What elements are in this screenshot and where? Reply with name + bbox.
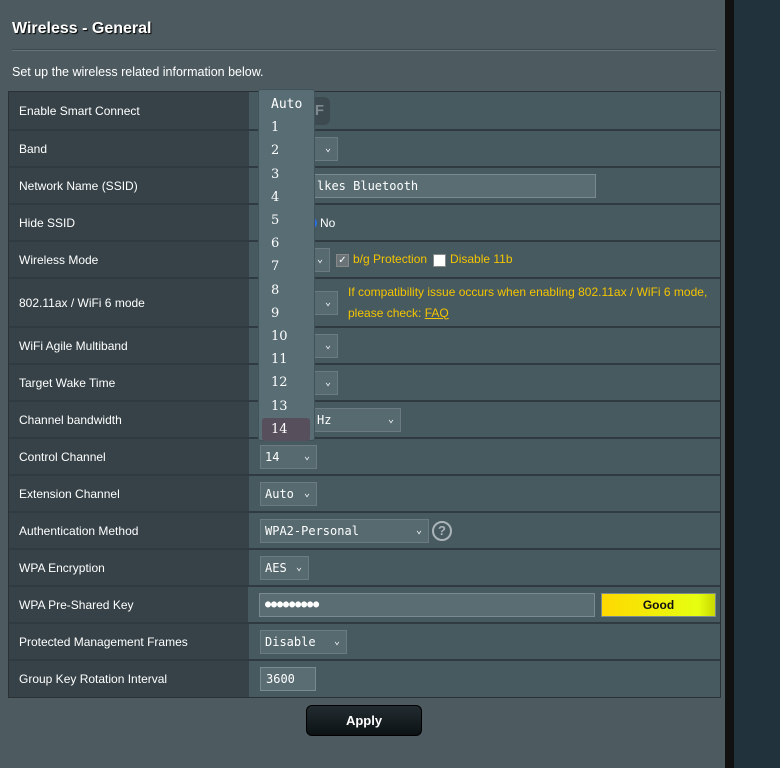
chevron-down-icon: ⌄ [303, 488, 310, 499]
row-bandwidth: Channel bandwidth Hz ⌄ [9, 402, 720, 439]
wpa-encryption-value: AES [265, 560, 287, 575]
channel-option[interactable]: 13 [262, 394, 310, 417]
wpa-encryption-select[interactable]: AES ⌄ [260, 555, 309, 580]
label: WPA Encryption [9, 550, 249, 585]
auth-method-value: WPA2-Personal [265, 523, 359, 538]
channel-option[interactable]: 9 [262, 302, 310, 325]
channel-option[interactable]: 8 [262, 279, 310, 302]
label: Group Key Rotation Interval [9, 661, 249, 697]
page-description: Set up the wireless related information … [12, 65, 264, 79]
pmf-value: Disable [265, 634, 316, 649]
disable-11b-label: Disable 11b [450, 252, 513, 267]
channel-option[interactable]: 1 [262, 116, 310, 139]
row-hide-ssid: Hide SSID No [9, 205, 720, 242]
row-psk: WPA Pre-Shared Key ●●●●●●●●● Good [9, 587, 720, 624]
row-wireless-mode: Wireless Mode ⌄ ✓ b/g Protection Disable … [9, 242, 720, 279]
row-control-channel: Control Channel 14 ⌄ [9, 439, 720, 476]
row-agile-multiband: WiFi Agile Multiband ⌄ [9, 328, 720, 365]
label: Enable Smart Connect [9, 92, 249, 129]
label: Channel bandwidth [9, 402, 249, 437]
bg-protection-checkbox[interactable]: ✓ [336, 253, 349, 267]
pmf-select[interactable]: Disable ⌄ [260, 629, 347, 654]
faq-link[interactable]: FAQ [425, 306, 449, 320]
extension-channel-value: Auto [265, 486, 294, 501]
extension-channel-select[interactable]: Auto ⌄ [260, 481, 317, 506]
chevron-down-icon: ⌄ [415, 525, 422, 536]
row-twt: Target Wake Time ⌄ [9, 365, 720, 402]
divider [12, 49, 716, 51]
auth-method-select[interactable]: WPA2-Personal ⌄ [260, 518, 429, 543]
radio-no-label: No [320, 215, 336, 230]
notice-text-2: please check: [348, 305, 422, 320]
channel-option[interactable]: 6 [262, 232, 310, 255]
notice-text: If compatibility issue occurs when enabl… [348, 284, 708, 299]
settings-table: Enable Smart Connect F Band ⌄ Network Na… [8, 91, 721, 698]
label: WiFi Agile Multiband [9, 328, 249, 363]
channel-option[interactable]: 4 [262, 186, 310, 209]
label: Target Wake Time [9, 365, 249, 400]
label: Authentication Method [9, 513, 249, 548]
label: Control Channel [9, 439, 249, 474]
toggle-text: F [314, 102, 324, 119]
channel-option[interactable]: 10 [262, 325, 310, 348]
row-smart-connect: Enable Smart Connect F [9, 92, 720, 131]
disable-11b-checkbox[interactable] [433, 253, 447, 267]
chevron-down-icon: ⌄ [387, 414, 394, 425]
control-channel-select[interactable]: 14 ⌄ [260, 444, 317, 469]
label: Hide SSID [9, 205, 249, 240]
help-icon[interactable]: ? [432, 520, 452, 541]
apply-button[interactable]: Apply [306, 705, 422, 736]
label: WPA Pre-Shared Key [9, 587, 248, 622]
label: Protected Management Frames [9, 624, 249, 659]
row-auth-method: Authentication Method WPA2-Personal ⌄ ? [9, 513, 720, 550]
bandwidth-value: Hz [317, 412, 332, 427]
control-channel-value: 14 [265, 449, 280, 464]
chevron-down-icon: ⌄ [324, 143, 331, 154]
label: Band [9, 131, 249, 166]
chevron-down-icon: ⌄ [295, 562, 302, 573]
channel-option[interactable]: 11 [262, 348, 310, 371]
row-extension-channel: Extension Channel Auto ⌄ [9, 476, 720, 513]
row-pmf: Protected Management Frames Disable ⌄ [9, 624, 720, 661]
chevron-down-icon: ⌄ [324, 297, 331, 308]
group-key-value: 3600 [266, 672, 295, 686]
chevron-down-icon: ⌄ [324, 340, 331, 351]
channel-option[interactable]: 2 [262, 139, 310, 162]
label: 802.11ax / WiFi 6 mode [9, 279, 249, 326]
row-wifi6: 802.11ax / WiFi 6 mode ⌄ If compatibilit… [9, 279, 720, 328]
channel-dropdown-list: Auto 1 2 3 4 5 6 7 8 9 10 11 12 13 14 [258, 89, 315, 441]
label: Extension Channel [9, 476, 249, 511]
channel-option[interactable]: Auto [262, 93, 310, 116]
panel-edge [725, 0, 734, 768]
row-group-key: Group Key Rotation Interval 3600 [9, 661, 720, 697]
psk-input[interactable]: ●●●●●●●●● [259, 592, 595, 617]
chevron-down-icon: ⌄ [316, 254, 323, 265]
row-wpa-encryption: WPA Encryption AES ⌄ [9, 550, 720, 587]
chevron-down-icon: ⌄ [303, 451, 310, 462]
ssid-value: lkes Bluetooth [317, 178, 419, 193]
channel-option[interactable]: 3 [262, 163, 310, 186]
channel-option[interactable]: 14 [262, 417, 310, 441]
group-key-input[interactable]: 3600 [260, 667, 316, 691]
channel-option[interactable]: 12 [262, 371, 310, 394]
page-title: Wireless - General [12, 20, 152, 37]
chevron-down-icon: ⌄ [324, 377, 331, 388]
channel-option[interactable]: 7 [262, 255, 310, 278]
chevron-down-icon: ⌄ [333, 636, 340, 647]
bg-protection-label: b/g Protection [353, 252, 428, 267]
wifi6-notice: If compatibility issue occurs when enabl… [348, 282, 707, 324]
row-ssid: Network Name (SSID) lkes Bluetooth [9, 168, 720, 205]
label: Network Name (SSID) [9, 168, 249, 203]
label: Wireless Mode [9, 242, 249, 277]
psk-value: ●●●●●●●●● [265, 599, 320, 610]
strength-label: Good [642, 597, 675, 612]
strength-indicator: Good [601, 592, 716, 617]
row-band: Band ⌄ [9, 131, 720, 168]
channel-option[interactable]: 5 [262, 209, 310, 232]
